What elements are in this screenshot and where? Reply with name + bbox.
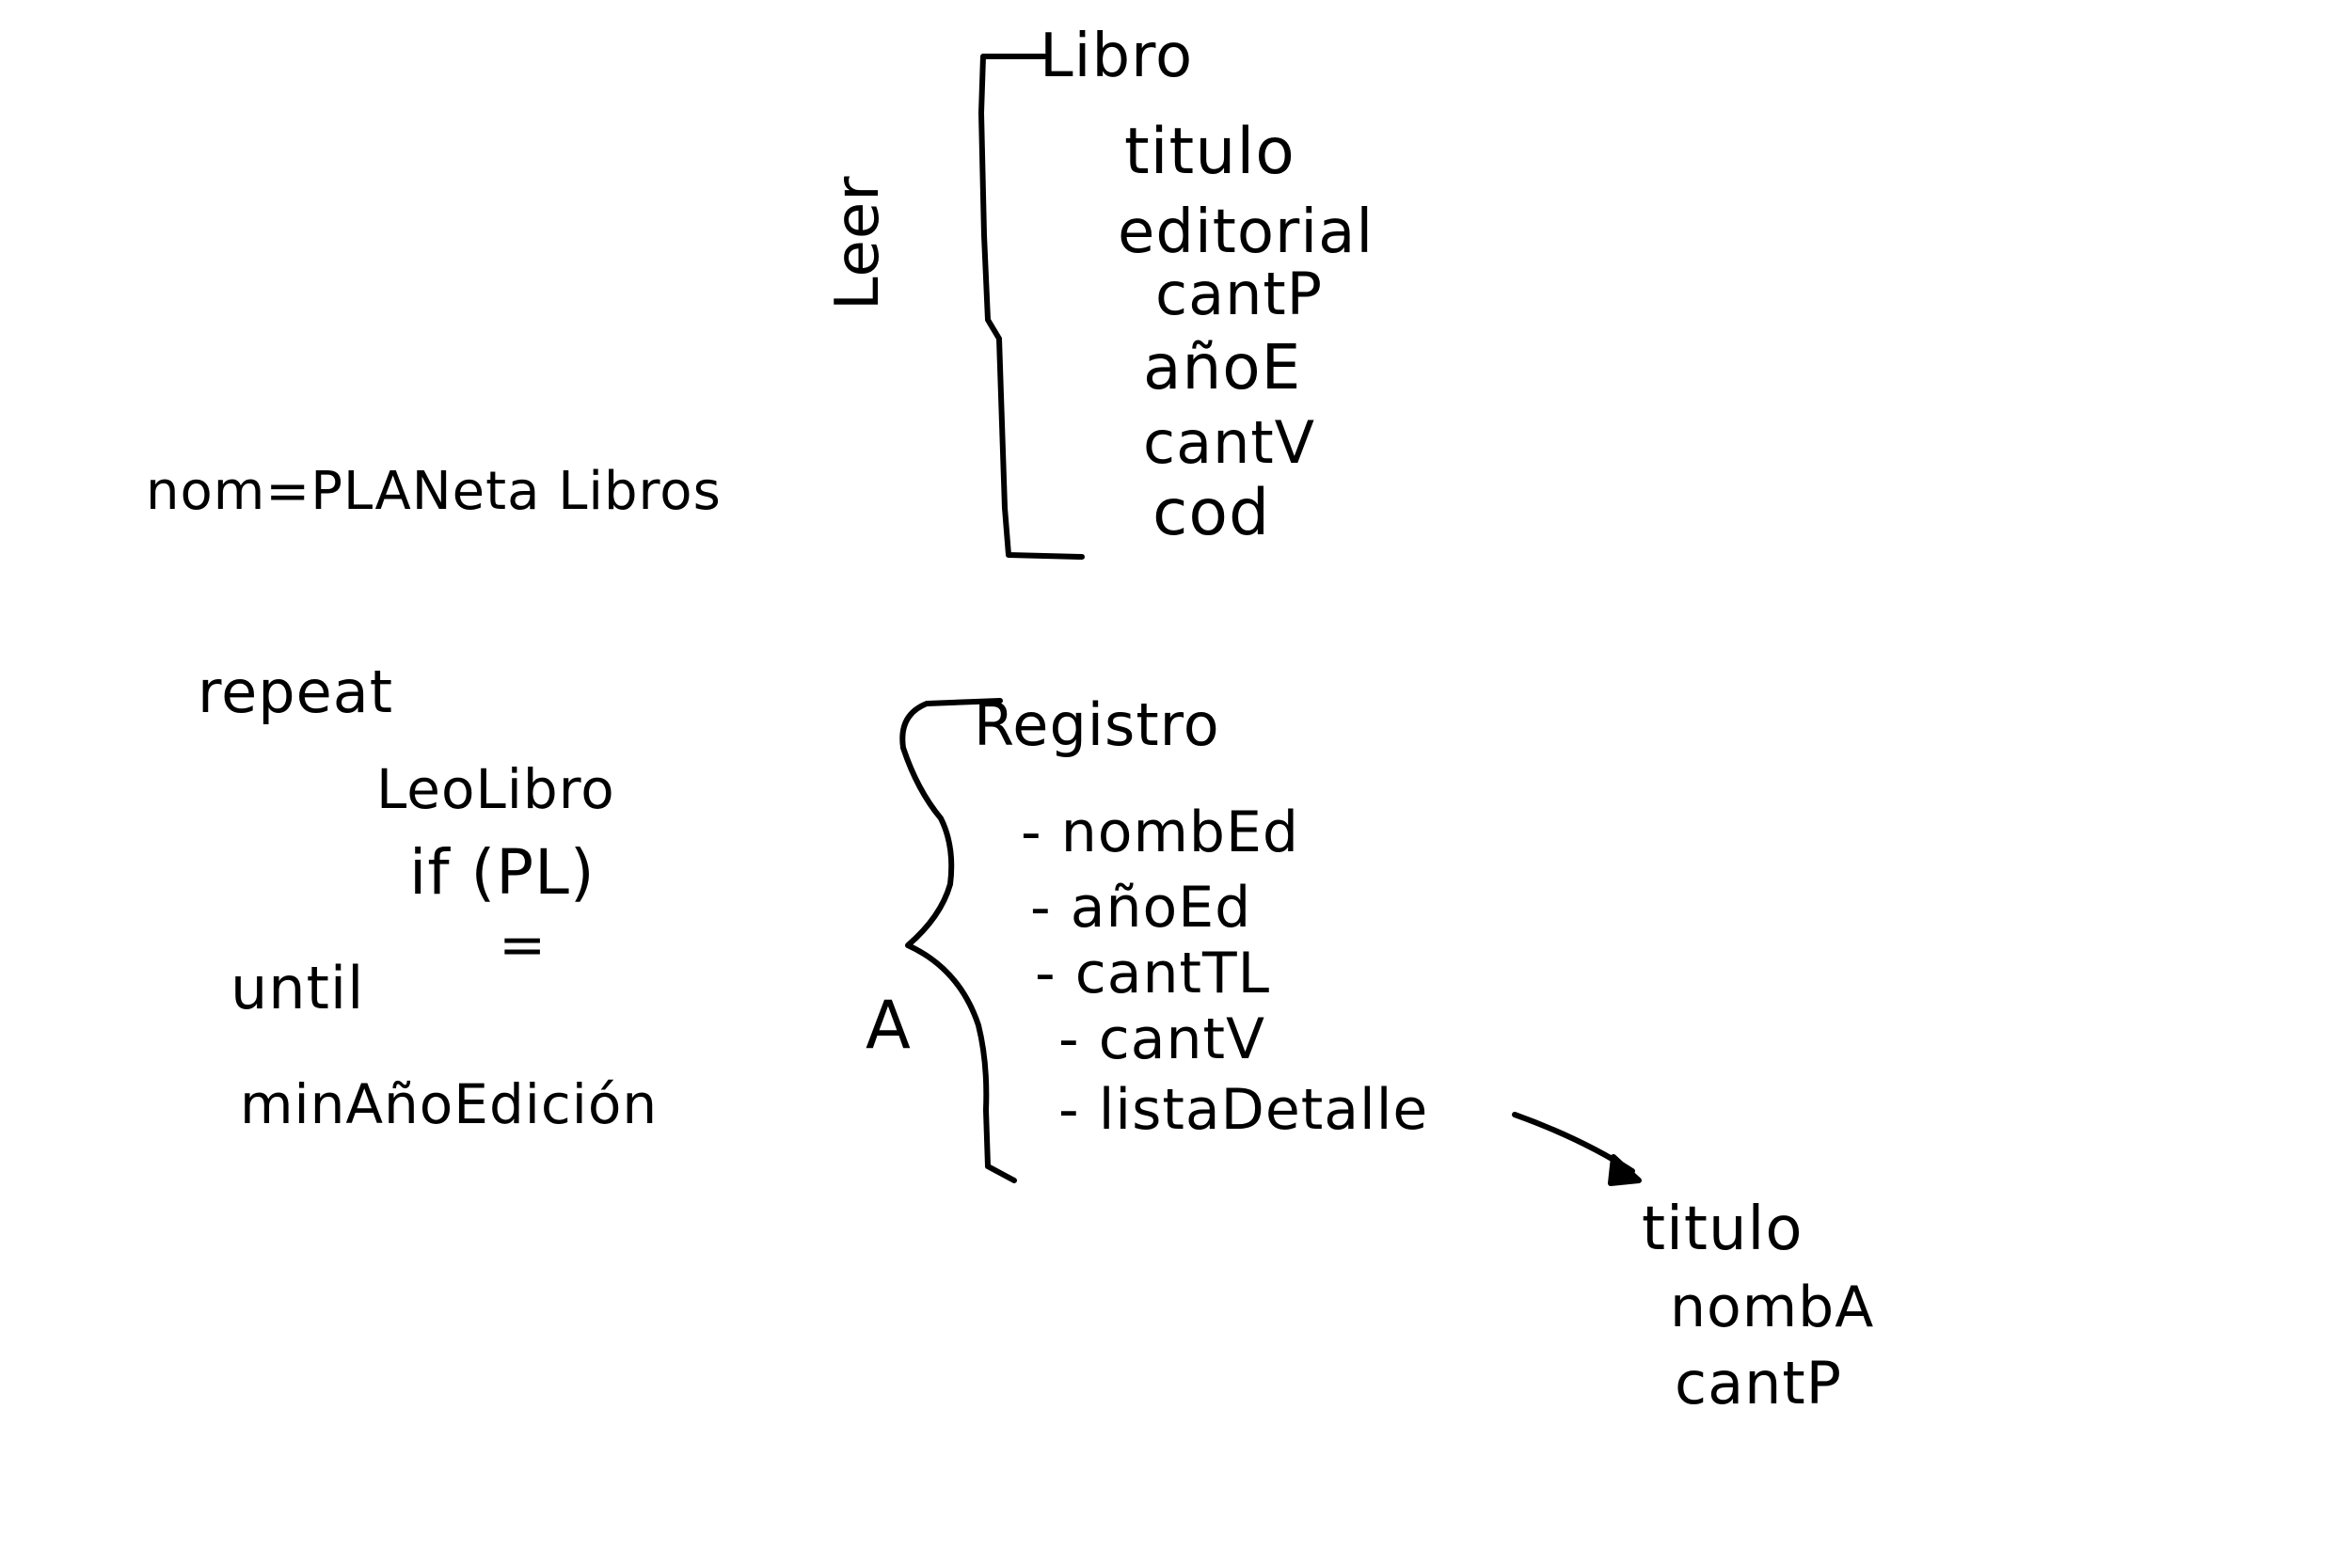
until-keyword: until <box>230 954 365 1022</box>
registro-field-listadetalle: - listaDetalle <box>1058 1077 1429 1143</box>
registro-field-canttl: - cantTL <box>1035 941 1271 1006</box>
libro-field-cod: cod <box>1152 476 1271 550</box>
registro-side-label: A <box>866 987 912 1064</box>
min-ano-edicion-label: minAñoEdición <box>240 1072 659 1136</box>
leolibro-call: LeoLibro <box>376 757 615 821</box>
detalle-field-cantp: cantP <box>1675 1349 1843 1418</box>
detalle-field-titulo: titulo <box>1642 1195 1804 1264</box>
if-condition: if (PL) <box>409 836 596 909</box>
leer-label: Leer <box>823 175 893 310</box>
libro-field-editorial: editorial <box>1118 198 1375 267</box>
registro-field-cantv: - cantV <box>1058 1006 1266 1072</box>
registro-title: Registro <box>974 690 1220 759</box>
libro-field-cantv: cantV <box>1143 408 1316 477</box>
registro-brace <box>899 698 1017 1183</box>
equals-sign: = <box>499 912 548 978</box>
libro-field-titulo: titulo <box>1124 115 1295 189</box>
libro-bracket <box>978 54 1085 560</box>
nom-label: nom=PLANeta Libros <box>146 461 722 522</box>
repeat-keyword: repeat <box>198 657 394 726</box>
registro-field-nombed: - nombEd <box>1021 800 1299 865</box>
registro-field-anoed: - añoEd <box>1030 875 1252 941</box>
libro-field-anoe: añoE <box>1143 331 1302 404</box>
detalle-field-nomba: nombA <box>1670 1275 1875 1340</box>
libro-title: Libro <box>1040 22 1194 91</box>
libro-field-cantp: cantP <box>1155 260 1324 328</box>
whiteboard-canvas: Libro titulo editorial cantP añoE cantV … <box>0 0 2352 1568</box>
